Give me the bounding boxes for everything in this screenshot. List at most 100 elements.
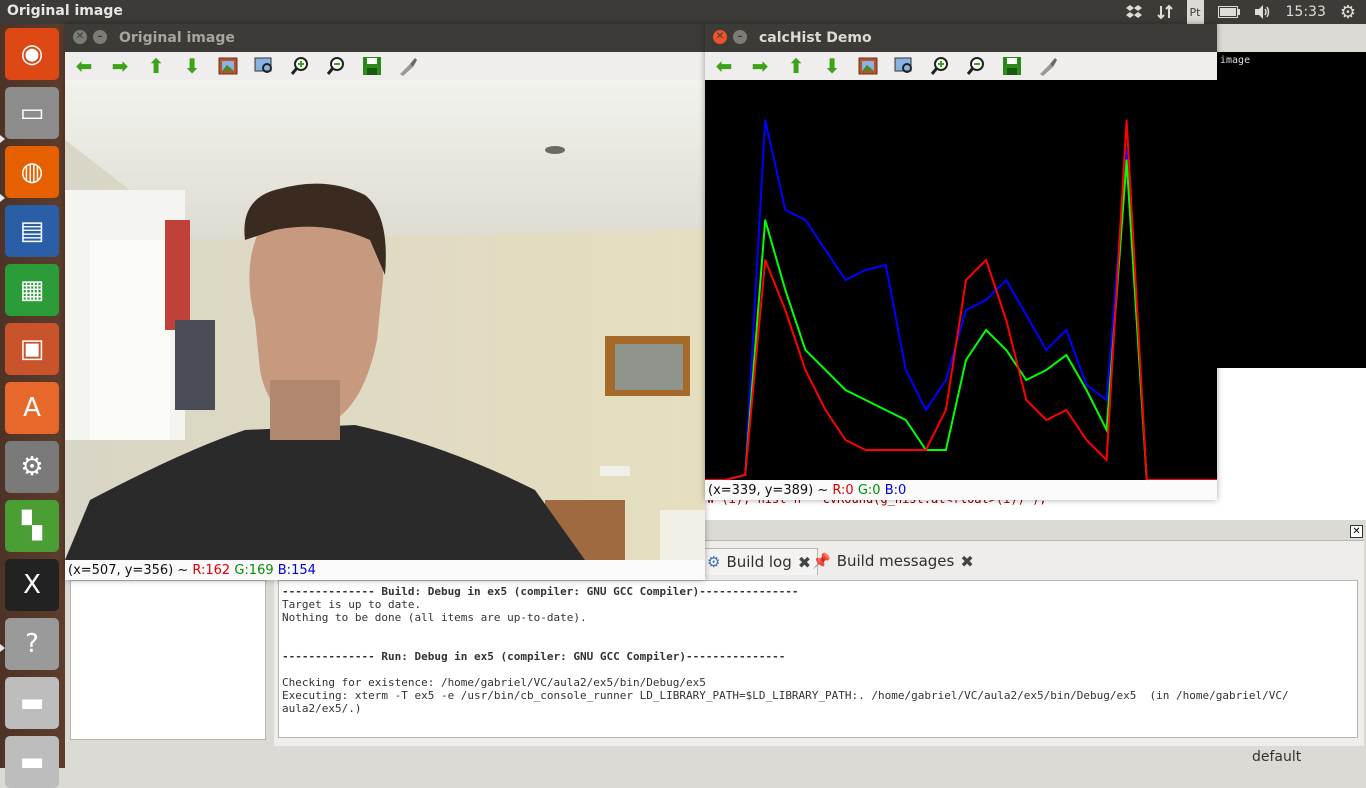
background-image-window[interactable]: image (1217, 52, 1366, 368)
histogram-point (784, 309, 787, 311)
zoom-region-icon[interactable] (253, 55, 275, 77)
drive-icon[interactable]: ▬ (5, 677, 59, 729)
battery-icon[interactable] (1217, 0, 1240, 24)
histogram-point (1065, 409, 1068, 411)
dropbox-icon[interactable] (1125, 0, 1143, 24)
window-titlebar[interactable]: ✕ – Original image (65, 24, 705, 52)
histogram-point (1005, 319, 1007, 321)
histogram-point (884, 264, 887, 266)
histogram-point (1105, 459, 1108, 461)
arrow-down-icon[interactable]: ⬇ (181, 55, 203, 77)
arrow-up-icon[interactable]: ⬆ (785, 55, 807, 77)
fit-image-icon[interactable] (217, 55, 239, 77)
properties-icon[interactable] (1037, 55, 1059, 77)
management-panel[interactable] (70, 580, 266, 740)
histogram-point (884, 409, 887, 411)
status-bar-text: default (1252, 749, 1302, 765)
close-tab-icon[interactable]: ✖ (960, 552, 973, 571)
calchist-window[interactable]: ✕ – calcHist Demo ⬅ ➡ ⬆ ⬇ (x=339, y=389)… (704, 24, 1218, 500)
arrow-up-icon[interactable]: ⬆ (145, 55, 167, 77)
close-window-icon[interactable]: ✕ (73, 30, 87, 44)
red-value: R:162 (192, 562, 231, 578)
tab-build-log[interactable]: ⚙ Build log ✖ (700, 548, 819, 575)
histogram-point (1105, 429, 1108, 431)
zoom-out-icon[interactable] (965, 55, 987, 77)
close-window-icon[interactable]: ✕ (713, 30, 727, 44)
zoom-in-icon[interactable] (929, 55, 951, 77)
green-value: G:169 (234, 562, 274, 578)
ubuntu-dash-icon[interactable]: ◉ (5, 28, 59, 80)
log-line: Executing: xterm -T ex5 -e /usr/bin/cb_c… (282, 689, 1289, 702)
histogram-point (1045, 419, 1048, 421)
build-log-text[interactable]: -------------- Build: Debug in ex5 (comp… (278, 580, 1358, 738)
histogram-point (1105, 399, 1108, 401)
histogram-point (844, 389, 847, 391)
cursor-coordinates: (x=507, y=356) ~ (68, 562, 189, 578)
save-icon[interactable] (1001, 55, 1023, 77)
network-icon[interactable] (1156, 0, 1173, 24)
histogram-point (844, 439, 847, 441)
files-icon[interactable]: ▭ (5, 87, 59, 139)
minimize-window-icon[interactable]: – (93, 30, 107, 44)
toolbar: ⬅ ➡ ⬆ ⬇ (705, 52, 1217, 80)
histogram-point (1025, 379, 1028, 381)
minimize-window-icon[interactable]: – (733, 30, 747, 44)
zoom-region-icon[interactable] (893, 55, 915, 77)
histogram-point (804, 349, 807, 351)
drive2-icon[interactable]: ▬ (5, 736, 59, 788)
launcher: ◉ ▭ ◍ ▤ ▦ ▣ A ⚙ ▚ X? ▬ ▬ (0, 24, 65, 788)
zoom-in-icon[interactable] (289, 55, 311, 77)
histogram-point (844, 279, 847, 281)
calc-icon[interactable]: ▦ (5, 264, 59, 316)
running-indicator (0, 644, 5, 652)
log-line: Nothing to be done (all items are up-to-… (282, 611, 587, 624)
histogram-point (864, 399, 867, 401)
histogram-point (784, 209, 787, 211)
original-image-window[interactable]: ✕ – Original image ⬅ ➡ ⬆ ⬇ (x=507, y=356… (65, 24, 705, 580)
arrow-left-icon[interactable]: ⬅ (713, 55, 735, 77)
volume-icon[interactable] (1254, 0, 1272, 24)
zoom-out-icon[interactable] (325, 55, 347, 77)
histogram-point (985, 329, 987, 331)
histogram-point (945, 409, 947, 411)
histogram-canvas[interactable] (704, 80, 1218, 481)
properties-icon[interactable] (397, 55, 419, 77)
arrow-left-icon[interactable]: ⬅ (73, 55, 95, 77)
tab-build-messages[interactable]: 📌 Build messages ✖ (806, 548, 980, 574)
histogram-point (945, 449, 947, 451)
arrow-down-icon[interactable]: ⬇ (821, 55, 843, 77)
toolbar: ⬅ ➡ ⬆ ⬇ (65, 52, 705, 80)
software-center-icon[interactable]: A (5, 382, 59, 434)
fit-image-icon[interactable] (857, 55, 879, 77)
clock[interactable]: 15:33 (1286, 0, 1326, 24)
log-line: Target is up to date. (282, 598, 422, 611)
keyboard-layout-indicator[interactable]: Pt (1186, 0, 1204, 25)
save-icon[interactable] (361, 55, 383, 77)
histogram-point (904, 449, 907, 451)
window-titlebar[interactable]: ✕ – calcHist Demo (705, 24, 1217, 52)
histogram-point (804, 369, 807, 371)
histogram-point (945, 379, 947, 381)
arrow-right-icon[interactable]: ➡ (749, 55, 771, 77)
histogram-point (824, 409, 827, 411)
help-icon[interactable]: ? (5, 618, 59, 670)
log-line: aula2/ex5/.) (282, 702, 362, 715)
histogram-chart (704, 119, 1218, 481)
histogram-point (804, 219, 807, 221)
arrow-right-icon[interactable]: ➡ (109, 55, 131, 77)
settings-icon[interactable]: ⚙ (5, 441, 59, 493)
histogram-point (884, 449, 887, 451)
green-value: G:0 (857, 482, 881, 498)
webcam-photo[interactable] (65, 80, 705, 560)
logs-panel-close-icon[interactable]: ✕ (1350, 525, 1363, 538)
histogram-point (1025, 399, 1028, 401)
impress-icon[interactable]: ▣ (5, 323, 59, 375)
histogram-series-2 (705, 119, 1217, 481)
codeblocks-icon[interactable]: ▚ (5, 500, 59, 552)
status-bar: (x=339, y=389) ~ R:0 G:0 B:0 (705, 480, 1217, 500)
firefox-icon[interactable]: ◍ (5, 146, 59, 198)
histogram-point (824, 369, 827, 371)
writer-icon[interactable]: ▤ (5, 205, 59, 257)
xterm-icon[interactable]: X (5, 559, 59, 611)
session-gear-icon[interactable]: ⚙ (1340, 0, 1356, 24)
